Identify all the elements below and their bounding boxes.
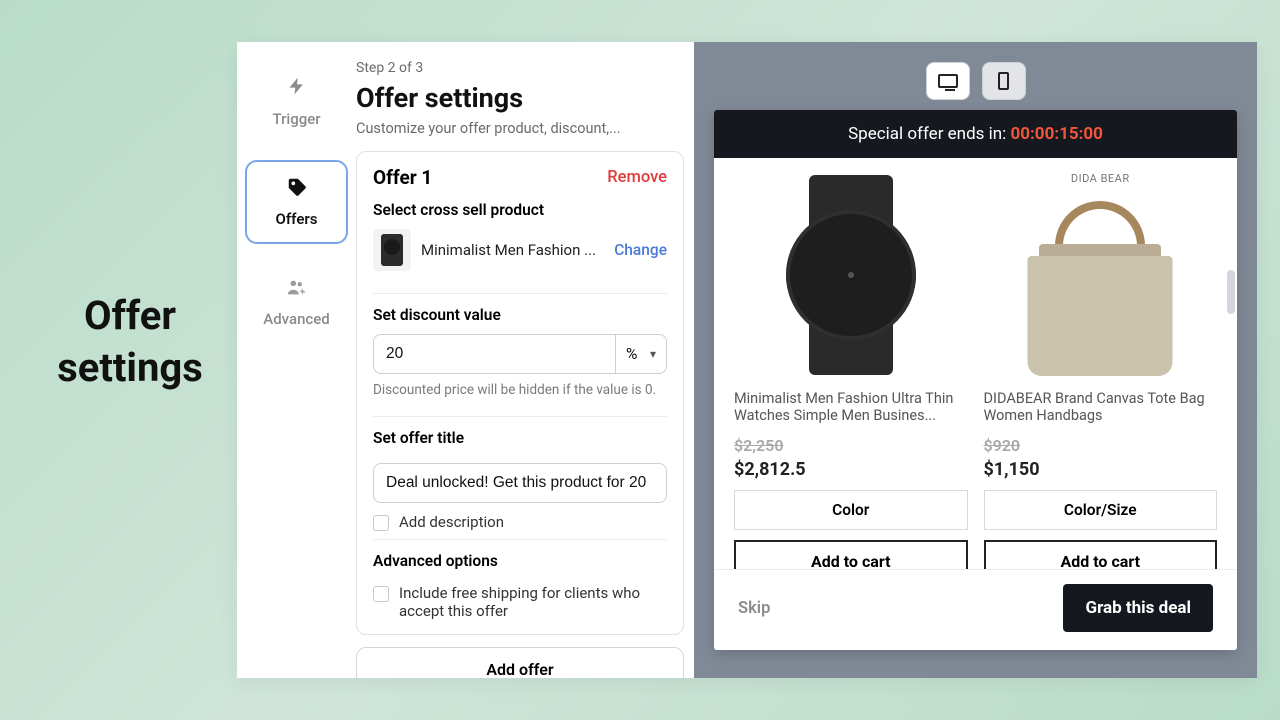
price-new: $2,812.5 — [734, 459, 968, 480]
product-card: DIDA BEAR DIDABEAR Brand Canvas Tote Bag… — [984, 172, 1218, 583]
product-title: DIDABEAR Brand Canvas Tote Bag Women Han… — [984, 390, 1218, 428]
users-gear-icon — [286, 276, 308, 304]
sidebar-item-offers[interactable]: Offers — [245, 160, 348, 244]
free-shipping-checkbox[interactable] — [373, 586, 389, 602]
selected-product-row: Minimalist Men Fashion ... Change — [373, 229, 667, 271]
outer-title: Offer settings — [30, 290, 230, 394]
add-description-label: Add description — [399, 513, 504, 531]
add-description-checkbox[interactable] — [373, 515, 389, 531]
sidebar-item-label: Trigger — [272, 110, 320, 128]
cross-sell-label: Select cross sell product — [373, 201, 667, 219]
free-shipping-label: Include free shipping for clients who ac… — [399, 584, 667, 620]
preview-pane: Special offer ends in: 00:00:15:00 Minim… — [694, 42, 1257, 678]
option-button[interactable]: Color — [734, 490, 968, 530]
main-column: Step 2 of 3 Offer settings Customize you… — [356, 42, 694, 678]
bag-illustration — [1018, 191, 1183, 382]
preview-card: Special offer ends in: 00:00:15:00 Minim… — [714, 110, 1237, 650]
watch-illustration — [771, 175, 931, 380]
discount-hint: Discounted price will be hidden if the v… — [373, 382, 667, 398]
price-old: $2,250 — [734, 436, 968, 455]
change-button[interactable]: Change — [614, 241, 667, 259]
offer-card: Offer 1 Remove Select cross sell product… — [356, 151, 684, 635]
option-button[interactable]: Color/Size — [984, 490, 1218, 530]
price-new: $1,150 — [984, 459, 1218, 480]
brand-label: DIDA BEAR — [1071, 172, 1130, 185]
countdown-timer: 00:00:15:00 — [1011, 124, 1103, 144]
scrollbar[interactable] — [1227, 270, 1235, 314]
grab-deal-button[interactable]: Grab this deal — [1063, 584, 1213, 632]
sidebar: Trigger Offers Advanced — [237, 42, 356, 678]
product-image: DIDA BEAR — [984, 172, 1218, 382]
product-name: Minimalist Men Fashion ... — [421, 241, 604, 259]
page-description: Customize your offer product, discount,.… — [356, 120, 684, 137]
product-image — [734, 172, 968, 382]
sidebar-item-label: Offers — [275, 210, 317, 228]
products-grid: Minimalist Men Fashion Ultra Thin Watche… — [714, 158, 1237, 597]
app-window: Trigger Offers Advanced Step 2 of 3 Offe… — [237, 42, 1257, 678]
offer-banner: Special offer ends in: 00:00:15:00 — [714, 110, 1237, 158]
offer-name: Offer 1 — [373, 166, 432, 189]
phone-icon — [998, 72, 1009, 90]
add-offer-button[interactable]: Add offer — [356, 647, 684, 678]
chevron-down-icon: ▾ — [650, 347, 656, 361]
discount-unit-select[interactable]: % ▾ — [615, 334, 667, 374]
product-card: Minimalist Men Fashion Ultra Thin Watche… — [734, 172, 968, 583]
bolt-icon — [287, 74, 307, 104]
sidebar-item-trigger[interactable]: Trigger — [245, 60, 348, 142]
sidebar-item-advanced[interactable]: Advanced — [245, 262, 348, 342]
discount-label: Set discount value — [373, 306, 667, 324]
discount-input[interactable] — [373, 334, 615, 374]
product-title: Minimalist Men Fashion Ultra Thin Watche… — [734, 390, 968, 428]
remove-button[interactable]: Remove — [607, 168, 667, 187]
offer-title-input[interactable] — [373, 463, 667, 503]
sidebar-item-label: Advanced — [263, 310, 329, 328]
skip-button[interactable]: Skip — [738, 599, 770, 618]
page-title: Offer settings — [356, 82, 684, 114]
offer-title-label: Set offer title — [373, 429, 667, 447]
device-toggle — [714, 62, 1237, 100]
preview-footer: Skip Grab this deal — [714, 569, 1237, 650]
tag-icon — [286, 176, 308, 204]
step-label: Step 2 of 3 — [356, 60, 684, 76]
advanced-options-label: Advanced options — [373, 552, 667, 570]
desktop-icon — [938, 74, 958, 88]
device-desktop-button[interactable] — [926, 62, 970, 100]
price-old: $920 — [984, 436, 1218, 455]
product-thumb — [373, 229, 411, 271]
device-phone-button[interactable] — [982, 62, 1026, 100]
